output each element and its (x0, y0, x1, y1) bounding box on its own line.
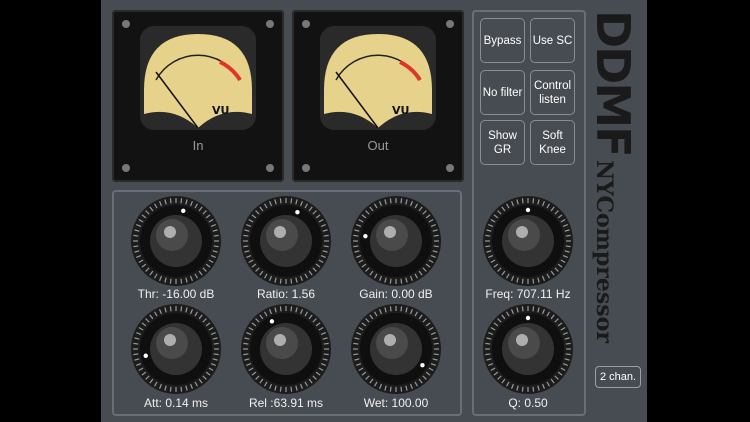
vu-meter-out: VU Out (292, 10, 464, 182)
attack-knob-indicator (143, 353, 148, 358)
ratio-knob[interactable] (240, 195, 332, 287)
freq-label: Freq: 707.11 Hz (485, 287, 571, 301)
vu-meter-in: VU In (112, 10, 284, 182)
release-knob-indicator (269, 319, 275, 324)
show-gr-button[interactable]: Show GR (480, 120, 525, 165)
wet-label: Wet: 100.00 (363, 396, 429, 410)
vu-meter-in-face: VU (122, 20, 274, 172)
no-filter-button[interactable]: No filter (480, 70, 525, 115)
q-knob-indicator (525, 315, 531, 321)
ddmf-logo: DDMF (586, 10, 640, 156)
bypass-button[interactable]: Bypass (480, 18, 525, 63)
gain-label: Gain: 0.00 dB (359, 287, 433, 301)
release-knob[interactable] (240, 303, 332, 395)
freq-knob-indicator (525, 207, 531, 213)
threshold-knob[interactable] (130, 195, 222, 287)
svg-text:VU: VU (212, 104, 229, 117)
wet-knob-indicator (420, 362, 425, 368)
attack-knob[interactable] (130, 303, 222, 395)
control-listen-button[interactable]: Control listen (530, 70, 575, 115)
vu-meter-out-face: VU (302, 20, 454, 172)
freq-knob[interactable] (482, 195, 574, 287)
q-label: Q: 0.50 (508, 396, 548, 410)
wet-knob[interactable] (350, 303, 442, 395)
svg-text:VU: VU (392, 104, 409, 117)
gain-knob-indicator (363, 233, 368, 239)
ratio-knob-indicator (295, 209, 300, 215)
use-sc-button[interactable]: Use SC (530, 18, 575, 63)
gain-knob[interactable] (350, 195, 442, 287)
vu-meter-in-label: In (192, 138, 204, 153)
product-name: NYCompressor (591, 160, 617, 343)
threshold-knob-indicator (181, 208, 186, 214)
soft-knee-button[interactable]: Soft Knee (530, 120, 575, 165)
q-knob[interactable] (482, 303, 574, 395)
vu-meter-out-label: Out (367, 138, 389, 153)
channels-button[interactable]: 2 chan. (595, 366, 641, 388)
